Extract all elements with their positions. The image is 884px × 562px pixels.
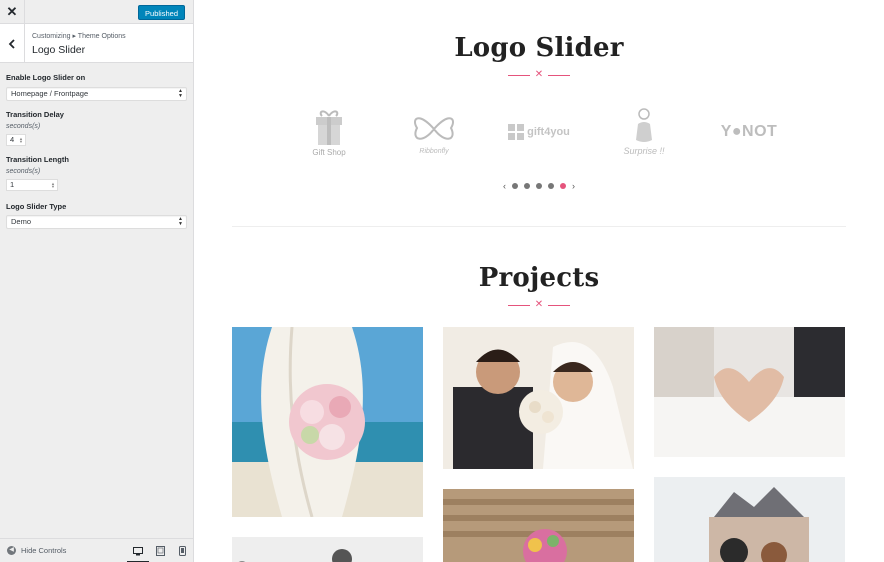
chevron-left-icon: [8, 38, 15, 49]
hide-controls-button[interactable]: ◀ Hide Controls: [7, 546, 66, 555]
enable-logo-slider-select[interactable]: Homepage / Frontpage ▲ ▼: [6, 87, 187, 101]
spinner-icon[interactable]: ▲ ▼: [51, 182, 55, 189]
tablet-preview-button[interactable]: [154, 545, 166, 557]
transition-length-value: 1: [10, 180, 15, 189]
logo-text: Ribbonfly: [419, 147, 449, 155]
curtain-flowers-image: [232, 327, 423, 517]
ribbon-icon: [414, 116, 454, 140]
transition-delay-label: Transition Delay: [6, 110, 64, 119]
logo-slider-heading: Logo Slider: [454, 33, 624, 63]
logo-slider-type-select[interactable]: Demo ▲ ▼: [6, 215, 187, 229]
project-photo-flowers-curtain[interactable]: [232, 327, 423, 517]
back-button[interactable]: [0, 24, 25, 63]
divider-line: [508, 75, 530, 76]
carousel-pagination: ‹ ›: [194, 182, 884, 191]
transition-delay-value: 4: [10, 135, 15, 144]
logo-slider-type-value: Demo: [11, 217, 32, 226]
transition-length-label: Transition Length: [6, 155, 69, 164]
grey-couple-image: [232, 537, 423, 562]
carousel-dot-5[interactable]: [560, 183, 566, 189]
publish-button[interactable]: Published: [138, 5, 185, 20]
breadcrumb: Customizing ▸ Theme Options: [32, 33, 126, 40]
gift-box-icon: [316, 109, 342, 145]
close-customizer-button[interactable]: ✕: [0, 0, 25, 24]
logo-gift4you[interactable]: gift4you: [504, 102, 574, 162]
customizer-app: ✕ Published Customizing ▸ Theme Options …: [0, 0, 884, 562]
cross-icon: ✕: [534, 69, 544, 80]
vase-icon: [636, 108, 652, 142]
enable-logo-slider-label: Enable Logo Slider on: [6, 73, 86, 82]
couple-image: [443, 327, 634, 469]
sidebar-footer: ◀ Hide Controls: [0, 538, 193, 562]
carousel-dot-1[interactable]: [512, 183, 518, 189]
logo-surprise[interactable]: Surprise !!: [609, 102, 679, 162]
transition-delay-input[interactable]: 4 ▲ ▼: [6, 134, 26, 146]
section-separator: [232, 226, 846, 227]
chateau-image: [654, 477, 845, 562]
project-photo-chateau[interactable]: [654, 477, 845, 562]
logo-slider-type-label: Logo Slider Type: [6, 202, 67, 211]
desktop-icon: [133, 546, 143, 555]
desktop-preview-button[interactable]: [127, 545, 149, 562]
logo-ribbonfly[interactable]: Ribbonfly: [399, 102, 469, 162]
chevron-left-icon[interactable]: ‹: [503, 182, 506, 191]
close-icon: ✕: [6, 4, 18, 19]
logo-gift-shop[interactable]: Gift Shop: [294, 102, 364, 162]
spinner-icon[interactable]: ▲ ▼: [19, 137, 23, 144]
project-photo-couple-grey[interactable]: [232, 537, 423, 562]
transition-length-input[interactable]: 1 ▲ ▼: [6, 179, 58, 191]
carousel-dot-4[interactable]: [548, 183, 554, 189]
mobile-preview-button[interactable]: [176, 545, 188, 557]
projects-heading: Projects: [478, 263, 600, 293]
site-preview: Logo Slider ✕ Gift Shop Ribbonfly gift4y…: [194, 0, 884, 562]
carousel-dot-3[interactable]: [536, 183, 542, 189]
logo-text: Gift Shop: [312, 147, 346, 157]
section-header: Customizing ▸ Theme Options Logo Slider: [0, 24, 193, 63]
enable-logo-slider-value: Homepage / Frontpage: [11, 89, 89, 98]
mobile-icon: [178, 546, 186, 556]
cross-icon: ✕: [534, 299, 544, 310]
carousel-dot-2[interactable]: [524, 183, 530, 189]
customizer-sidebar: ✕ Published Customizing ▸ Theme Options …: [0, 0, 194, 562]
select-arrows-icon: ▲ ▼: [178, 88, 183, 99]
project-photo-heart-hands[interactable]: [654, 327, 845, 457]
project-photo-couple-bouquet[interactable]: [443, 327, 634, 469]
collapse-icon: ◀: [7, 546, 16, 555]
logo-ynot[interactable]: Y●NOT: [714, 102, 784, 162]
logo-text: Surprise !!: [623, 146, 665, 156]
bouquet-steps-image: [443, 489, 634, 562]
logo-text: Y●NOT: [720, 123, 778, 140]
heart-hands-image: [654, 327, 845, 457]
heading-divider: ✕: [508, 69, 570, 80]
divider-line: [548, 305, 570, 306]
logo-text: gift4you: [527, 126, 570, 138]
select-arrows-icon: ▲ ▼: [178, 216, 183, 227]
logo-carousel: Gift Shop Ribbonfly gift4you Surprise !!…: [294, 100, 784, 164]
divider-line: [508, 305, 530, 306]
hide-controls-label: Hide Controls: [21, 546, 67, 555]
heading-divider: ✕: [508, 299, 570, 310]
controls-panel: Enable Logo Slider on Homepage / Frontpa…: [0, 73, 193, 229]
section-title: Logo Slider: [32, 44, 86, 56]
chevron-right-icon[interactable]: ›: [572, 182, 575, 191]
gift-square-icon: [508, 124, 525, 140]
transition-delay-description: seconds(s): [6, 123, 41, 130]
divider-line: [548, 75, 570, 76]
transition-length-description: seconds(s): [6, 168, 41, 175]
tablet-icon: [155, 546, 165, 556]
project-photo-bouquet-steps[interactable]: [443, 489, 634, 562]
gift4you-mark: gift4you: [508, 124, 570, 140]
sidebar-topbar: ✕ Published: [0, 0, 193, 24]
